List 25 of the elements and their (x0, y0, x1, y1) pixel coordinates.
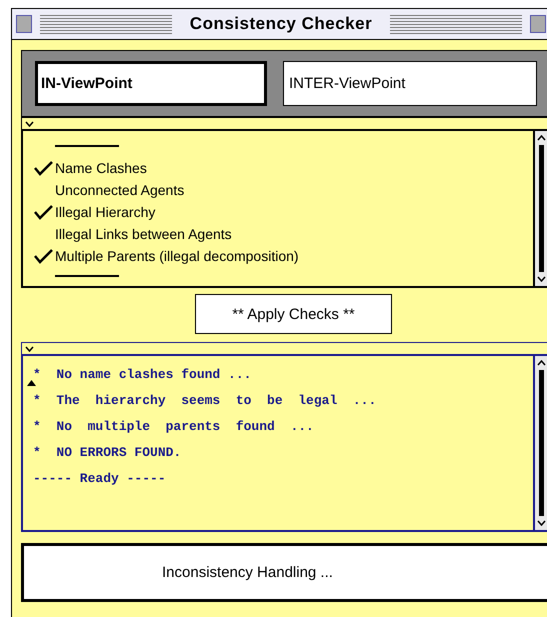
check-item[interactable]: Name Clashes (55, 160, 147, 176)
output-line: * No name clashes found ... (33, 366, 252, 384)
output-line: ----- Ready ----- (33, 470, 166, 488)
output-line: * No multiple parents found ... (33, 418, 314, 436)
chevron-icon[interactable] (25, 346, 34, 352)
scrollbar[interactable] (533, 356, 547, 530)
check-item[interactable]: Multiple Parents (illegal decomposition) (55, 248, 299, 264)
scrollbar[interactable] (533, 131, 547, 286)
apply-checks-button[interactable]: ** Apply Checks ** (195, 294, 392, 334)
tab[interactable]: IN-ViewPoint (35, 61, 267, 106)
close-box[interactable] (16, 15, 32, 33)
inconsistency-handling-button[interactable]: Inconsistency Handling ... (21, 543, 547, 602)
chevron-icon[interactable] (25, 120, 34, 126)
check-icon[interactable] (33, 204, 55, 220)
window-title: Consistency Checker (188, 14, 374, 34)
zoom-box[interactable] (530, 15, 546, 33)
output-line: * NO ERRORS FOUND. (33, 444, 182, 462)
check-item[interactable]: Illegal Links between Agents (55, 226, 232, 242)
output-line: * The hierarchy seems to be legal ... (33, 392, 376, 410)
check-icon[interactable] (33, 248, 55, 264)
text-cursor-icon (27, 380, 36, 386)
check-item[interactable]: Unconnected Agents (55, 182, 184, 198)
check-item[interactable]: Illegal Hierarchy (55, 204, 156, 220)
check-icon[interactable] (33, 160, 55, 176)
tab[interactable]: INTER-ViewPoint (283, 61, 537, 106)
